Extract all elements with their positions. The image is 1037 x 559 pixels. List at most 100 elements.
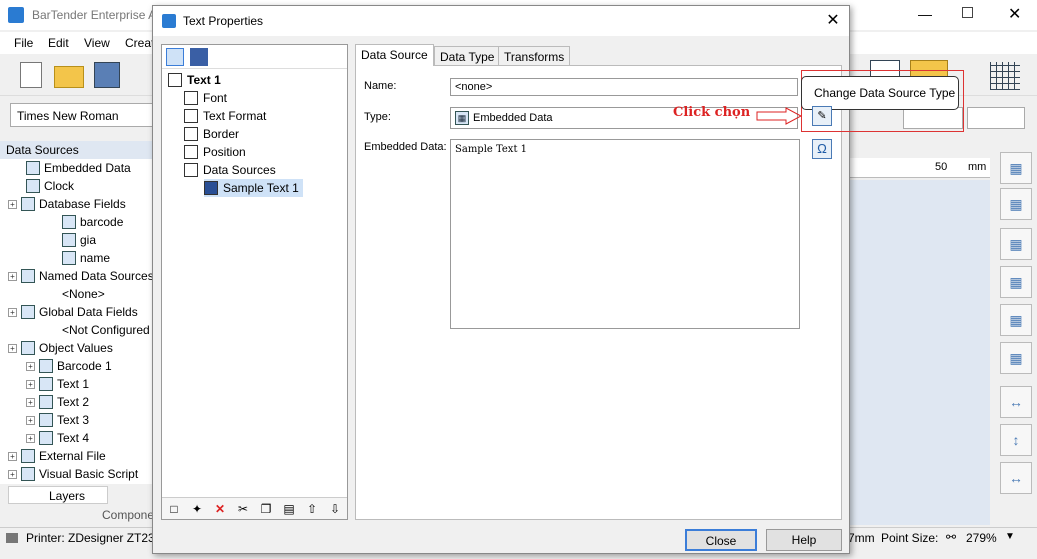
delete-icon[interactable]: ✕ xyxy=(212,501,228,517)
expand-icon[interactable]: + xyxy=(8,451,17,461)
list-item[interactable]: name xyxy=(62,249,110,267)
expand-icon[interactable]: + xyxy=(26,415,35,425)
data-source-icon xyxy=(39,395,53,409)
expand-icon[interactable]: + xyxy=(8,469,17,479)
nav-item-label: Border xyxy=(203,127,240,141)
components-tab[interactable]: Compone xyxy=(84,506,158,524)
nav-item[interactable]: Position xyxy=(184,143,246,161)
zoom-dropdown-icon[interactable]: ▼ xyxy=(1005,531,1015,542)
center-in-label-icon[interactable]: ↔ xyxy=(1000,462,1032,494)
data-source-icon xyxy=(39,413,53,427)
align-bottom-edge-icon[interactable]: ▦ xyxy=(1000,266,1032,298)
change-data-source-type-button[interactable]: ✎ xyxy=(812,106,832,126)
copy-icon[interactable]: ❐ xyxy=(258,501,274,517)
open-folder-icon[interactable] xyxy=(54,66,84,88)
nav-item-label: Sample Text 1 xyxy=(223,181,299,195)
line-weight-dropdown[interactable] xyxy=(967,107,1025,129)
expand-icon[interactable]: + xyxy=(26,397,35,407)
tab-data-source[interactable]: Data Source xyxy=(355,44,434,66)
zoom-level[interactable]: 279% xyxy=(966,531,997,545)
units-readout: 7mm xyxy=(848,531,875,545)
list-item[interactable]: Embedded Data xyxy=(26,159,131,177)
new-document-icon[interactable] xyxy=(20,62,42,88)
data-source-icon xyxy=(62,251,76,265)
list-item[interactable]: <None> xyxy=(62,285,105,303)
data-source-icon xyxy=(39,359,53,373)
list-item[interactable]: Clock xyxy=(26,177,74,195)
menu-create[interactable]: Creat xyxy=(125,36,154,50)
minimize-icon[interactable]: — xyxy=(918,6,932,22)
help-button[interactable]: Help xyxy=(766,529,842,551)
property-nav-tree[interactable]: Text 1 Font Text Format Border Position Data … xyxy=(162,71,347,495)
paste-icon[interactable]: ▤ xyxy=(281,501,297,517)
list-item[interactable]: + Text 3 xyxy=(26,411,89,429)
close-button[interactable]: Close xyxy=(685,529,757,551)
wizard-icon[interactable]: ✦ xyxy=(189,501,205,517)
list-item[interactable]: + Visual Basic Script xyxy=(8,465,138,483)
dialog-title: Text Properties xyxy=(183,14,264,28)
list-item[interactable]: barcode xyxy=(62,213,123,231)
list-item[interactable]: gia xyxy=(62,231,96,249)
nav-item[interactable]: Border xyxy=(184,125,239,143)
select-object-icon[interactable] xyxy=(166,48,184,66)
zoom-icon[interactable]: ⚯ xyxy=(946,530,956,544)
list-item[interactable]: + Text 1 xyxy=(26,375,89,393)
nav-item[interactable]: Data Sources xyxy=(184,161,276,179)
font-name-box[interactable]: Times New Roman xyxy=(10,103,155,127)
align-top-edge-icon[interactable]: ▦ xyxy=(1000,228,1032,260)
maximize-icon[interactable] xyxy=(962,7,973,18)
distribute-v-icon[interactable]: ↕ xyxy=(1000,424,1032,456)
nav-item[interactable]: Text 1 xyxy=(168,71,221,89)
move-down-icon[interactable]: ⇩ xyxy=(327,501,343,517)
align-center-v-icon[interactable]: ▦ xyxy=(1000,342,1032,374)
align-right-icon[interactable]: ▦ xyxy=(1000,188,1032,220)
nav-item[interactable]: Sample Text 1 xyxy=(204,179,303,197)
embedded-data-label: Embedded Data: xyxy=(364,141,447,153)
save-icon[interactable] xyxy=(94,62,120,88)
list-item[interactable]: + Named Data Sources xyxy=(8,267,154,285)
menu-file[interactable]: File xyxy=(14,36,33,50)
menu-view[interactable]: View xyxy=(84,36,110,50)
list-item[interactable]: + External File xyxy=(8,447,106,465)
list-item[interactable]: + Database Fields xyxy=(8,195,126,213)
insert-symbol-button[interactable]: Ω xyxy=(812,139,832,159)
list-item[interactable]: <Not Configured xyxy=(62,321,150,339)
nav-item-label: Text Format xyxy=(203,109,267,123)
ruler-unit: mm xyxy=(968,161,987,173)
nav-item[interactable]: Text Format xyxy=(184,107,266,125)
align-left-icon[interactable]: ▦ xyxy=(1000,152,1032,184)
name-field[interactable]: <none> xyxy=(450,78,798,96)
expand-icon[interactable]: + xyxy=(8,199,17,209)
property-tabs: Data Source Data Type Transforms xyxy=(355,44,635,66)
expand-icon[interactable]: + xyxy=(26,379,35,389)
list-item-label: Database Fields xyxy=(39,197,126,211)
tab-transforms[interactable]: Transforms xyxy=(498,46,571,66)
expand-icon[interactable]: + xyxy=(26,361,35,371)
new-icon[interactable]: □ xyxy=(166,501,182,517)
embedded-data-field[interactable]: Sample Text 1 xyxy=(450,139,800,329)
components-tab-label: Compone xyxy=(102,508,155,522)
grid-icon[interactable] xyxy=(990,62,1020,90)
list-item[interactable]: + Barcode 1 xyxy=(26,357,112,375)
distribute-h-icon[interactable]: ↔ xyxy=(1000,386,1032,418)
cut-icon[interactable]: ✂ xyxy=(235,501,251,517)
expand-icon[interactable]: + xyxy=(26,433,35,443)
menu-edit[interactable]: Edit xyxy=(48,36,69,50)
list-item[interactable]: + Text 4 xyxy=(26,429,89,447)
data-sources-tree[interactable]: Embedded Data Clock + Database Fields barcod… xyxy=(0,159,158,484)
move-up-icon[interactable]: ⇧ xyxy=(304,501,320,517)
list-item[interactable]: + Object Values xyxy=(8,339,113,357)
expand-icon[interactable]: + xyxy=(8,307,17,317)
list-item[interactable]: + Global Data Fields xyxy=(8,303,138,321)
expand-icon[interactable]: + xyxy=(8,271,17,281)
nav-item[interactable]: Font xyxy=(184,89,227,107)
expand-icon[interactable]: + xyxy=(8,343,17,353)
multi-object-icon[interactable] xyxy=(190,48,208,66)
tab-data-type[interactable]: Data Type xyxy=(434,46,501,66)
align-center-h-icon[interactable]: ▦ xyxy=(1000,304,1032,336)
design-canvas[interactable] xyxy=(850,180,990,525)
dialog-close-icon[interactable]: ✕ xyxy=(821,10,845,32)
list-item[interactable]: + Text 2 xyxy=(26,393,89,411)
layers-tab[interactable]: Layers xyxy=(8,486,108,504)
app-close-icon[interactable]: ✕ xyxy=(1008,4,1021,24)
